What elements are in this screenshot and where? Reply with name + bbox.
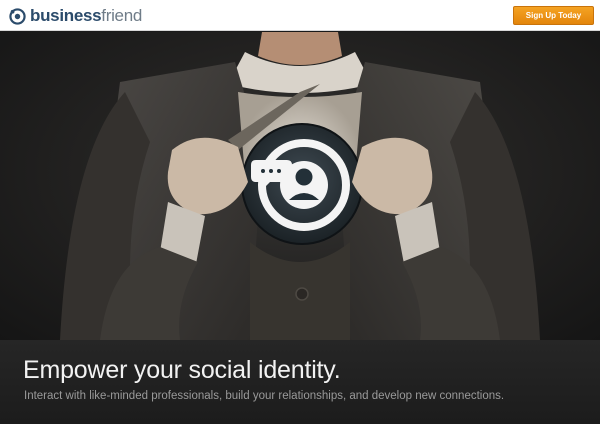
chat-person-icon	[241, 123, 363, 245]
logo-text-friend: friend	[101, 6, 143, 25]
logo-text-business: business	[30, 6, 102, 25]
businessfriend-logo-icon	[9, 7, 26, 25]
logo[interactable]: businessfriend	[9, 6, 142, 26]
top-navigation-bar: businessfriend Sign Up Today	[0, 0, 600, 31]
hero-headline: Empower your social identity.	[23, 356, 341, 384]
logo-wordmark: businessfriend	[30, 6, 142, 26]
hero-image	[0, 32, 600, 340]
hero-caption: Empower your social identity. Interact w…	[0, 340, 600, 424]
sign-up-button[interactable]: Sign Up Today	[513, 6, 594, 25]
hero-subheadline: Interact with like-minded professionals,…	[24, 390, 505, 402]
